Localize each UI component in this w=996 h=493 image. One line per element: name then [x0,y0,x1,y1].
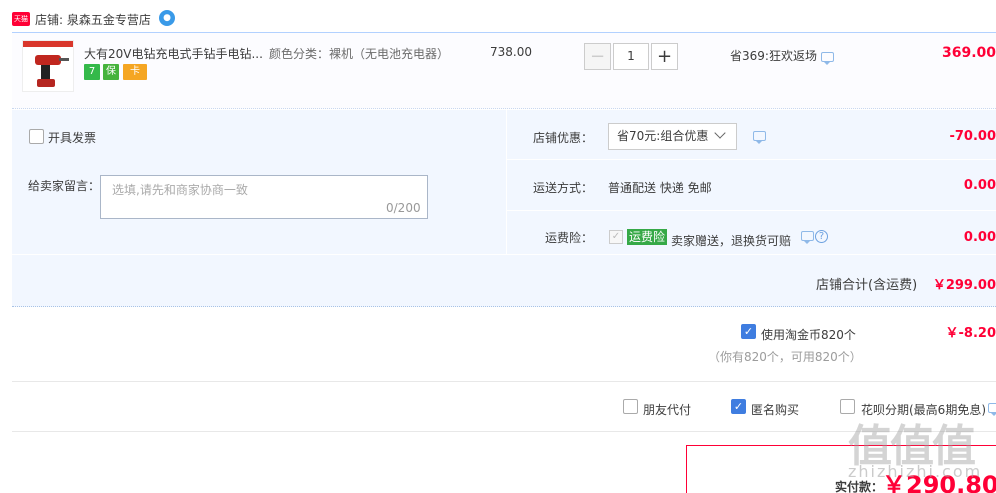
shop-total-label: 店铺合计(含运费) [816,278,918,293]
drill-image [23,41,73,87]
shop-discount-amount: -70.00 [949,129,996,144]
item-sku: 颜色分类：裸机（无电池充电器） [269,47,450,61]
friend-pay-label: 朋友代付 [643,403,692,417]
shop-name-link[interactable]: 店铺: 泉森五金专营店 [35,11,151,28]
invoice-label: 开具发票 [48,131,97,145]
quantity-increase-button[interactable]: + [651,43,678,70]
anonymous-label: 匿名购买 [751,403,800,417]
seven-day-return-icon[interactable]: 7 [84,64,100,80]
item-row [12,32,996,109]
help-icon[interactable]: ? [815,230,828,243]
memo-placeholder: 选填,请先和商家协商一致 [112,183,248,197]
insurance-checkbox[interactable]: ✓ [609,230,623,244]
product-thumbnail[interactable] [22,40,74,92]
shipping-label: 运送方式： [533,181,594,195]
credit-card-icon[interactable]: 卡 [123,64,147,80]
quantity-decrease-button[interactable]: − [584,43,611,70]
shop-discount-label: 店铺优惠： [533,131,594,145]
huabei-comment-icon[interactable] [988,403,996,416]
insurance-tag: 运费险 [627,229,668,245]
anonymous-checkbox[interactable]: ✓ [731,399,746,414]
site-watermark-url: zhizhizhi.com [848,462,983,481]
coins-checkbox[interactable]: ✓ [741,324,756,339]
memo-label: 给卖家留言： [28,179,101,193]
memo-char-count: 0/200 [386,201,421,215]
item-title-link[interactable]: 大有20V电钻充电式手钻手电钻... [84,45,263,62]
shipping-method: 普通配送 快递 免邮 [608,181,712,195]
tmall-logo: 天猫 [12,12,30,26]
item-promo: 省369:狂欢返场 [730,49,817,63]
shop-total-value: ￥299.00 [932,278,996,293]
coins-label: 使用淘金币820个 [761,328,856,342]
shipping-amount: 0.00 [963,178,996,193]
item-subtotal: 369.00 [941,45,996,61]
promo-comment-icon[interactable] [821,52,834,65]
insurance-label: 运费险： [545,231,594,245]
divider [12,381,996,382]
guarantee-icon[interactable]: 保 [103,64,119,80]
invoice-checkbox[interactable] [29,129,44,144]
insurance-comment-icon[interactable] [801,231,814,244]
insurance-amount: 0.00 [963,230,996,245]
divider [507,210,996,211]
insurance-description: 卖家赠送，退换货可赔 [671,234,792,248]
unit-price: 738.00 [490,45,532,59]
coins-value: ￥-8.20 [945,326,996,341]
chat-bubble-icon[interactable]: ● [159,10,175,26]
discount-comment-icon[interactable] [753,131,766,144]
friend-pay-checkbox[interactable] [623,399,638,414]
coins-available: （你有820个，可用820个） [708,350,862,364]
quantity-input[interactable]: 1 [613,43,649,70]
divider [507,159,996,160]
